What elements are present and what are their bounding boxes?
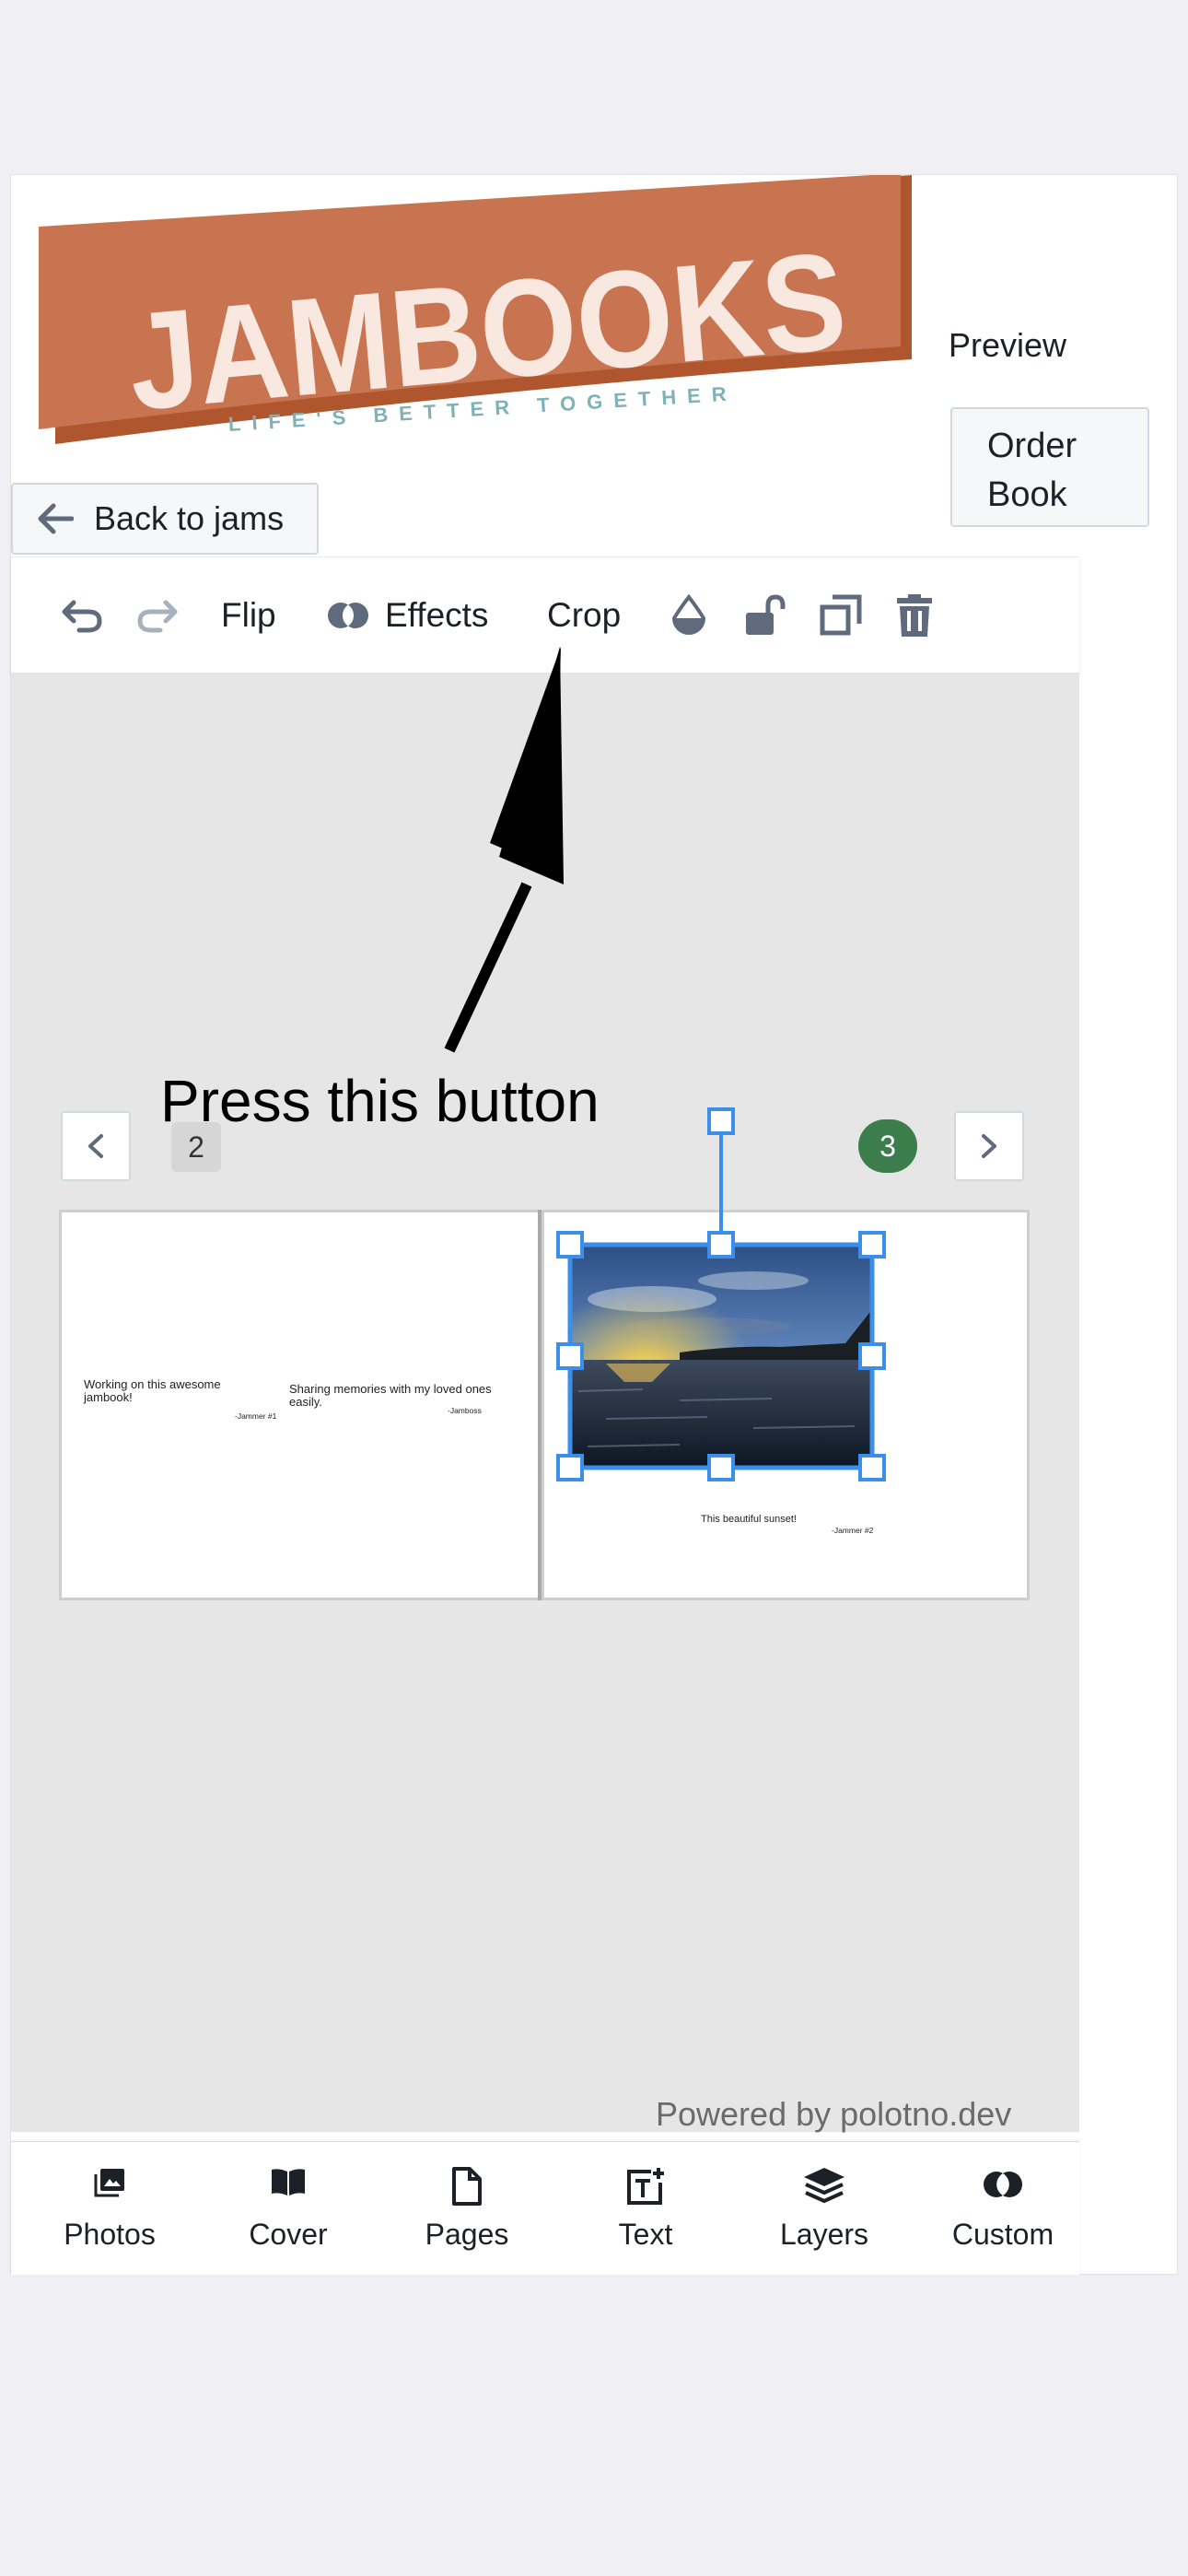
duplicate-icon (820, 594, 862, 636)
back-button-label: Back to jams (94, 499, 285, 537)
app-window: JAMBOOKS LIFE'S BETTER TOGETHER Preview … (11, 175, 1177, 2275)
arrow-left-icon (38, 503, 74, 534)
annotation-text: Press this button (160, 1068, 600, 1134)
tab-pages[interactable]: Pages (378, 2142, 556, 2275)
left-page-caption-1[interactable]: Working on this awesome jambook! (84, 1378, 268, 1404)
left-page-signature-2[interactable]: -Jamboss (448, 1406, 482, 1415)
transparency-icon (671, 594, 706, 635)
right-page-signature[interactable]: -Jammer #2 (832, 1526, 873, 1535)
tab-cover[interactable]: Cover (199, 2142, 378, 2275)
order-book-button[interactable]: Order Book (950, 407, 1149, 527)
previous-page-button[interactable] (61, 1111, 131, 1181)
tab-photos-label: Photos (64, 2218, 156, 2251)
effects-label: Effects (385, 596, 489, 634)
chevron-left-icon (88, 1134, 103, 1158)
tab-text-label: Text (618, 2218, 673, 2251)
tab-layers[interactable]: Layers (735, 2142, 914, 2275)
left-page-number: 2 (171, 1122, 221, 1172)
lock-button[interactable] (744, 557, 786, 673)
trash-icon (897, 594, 932, 637)
transparency-button[interactable] (670, 557, 707, 673)
bottom-tab-bar: Photos Cover Pages Text Layers Custom (11, 2141, 1079, 2275)
tab-custom-label: Custom (951, 2218, 1054, 2251)
active-page-number-badge: 3 (858, 1119, 917, 1173)
crop-button[interactable]: Crop (547, 557, 621, 673)
left-page[interactable]: Working on this awesome jambook! -Jammer… (59, 1210, 542, 1600)
redo-icon (137, 600, 178, 633)
photos-icon (94, 2169, 124, 2197)
custom-icon (984, 2172, 1022, 2197)
next-page-button[interactable] (954, 1111, 1024, 1181)
book-icon (272, 2169, 305, 2195)
flip-button[interactable]: Flip (221, 557, 276, 673)
effects-icon (328, 603, 368, 628)
editor-toolbar: Flip Effects Crop (11, 556, 1079, 673)
undo-icon (62, 600, 102, 633)
redo-button[interactable] (134, 557, 179, 673)
tab-pages-label: Pages (425, 2218, 509, 2251)
layers-icon (804, 2168, 844, 2204)
delete-button[interactable] (895, 557, 934, 673)
tab-photos[interactable]: Photos (20, 2142, 199, 2275)
unlock-icon (746, 594, 786, 635)
preview-link[interactable]: Preview (949, 326, 1066, 365)
back-to-jams-button[interactable]: Back to jams (11, 483, 319, 555)
left-page-caption-2[interactable]: Sharing memories with my loved ones easi… (289, 1383, 492, 1409)
duplicate-button[interactable] (820, 557, 862, 673)
sunset-photo[interactable] (569, 1244, 873, 1469)
jambooks-logo[interactable]: JAMBOOKS (35, 175, 919, 488)
text-icon (627, 2168, 664, 2205)
left-page-signature-1[interactable]: -Jammer #1 (235, 1411, 276, 1421)
effects-button[interactable]: Effects (326, 557, 488, 673)
undo-button[interactable] (61, 557, 105, 673)
page-icon (452, 2167, 482, 2206)
tab-text[interactable]: Text (556, 2142, 735, 2275)
chevron-right-icon (982, 1134, 996, 1158)
powered-by-link[interactable]: Powered by polotno.dev (656, 2095, 1011, 2134)
tab-custom[interactable]: Custom (914, 2142, 1092, 2275)
tab-cover-label: Cover (249, 2218, 328, 2251)
right-page-caption[interactable]: This beautiful sunset! (701, 1513, 797, 1526)
tab-layers-label: Layers (779, 2218, 869, 2251)
